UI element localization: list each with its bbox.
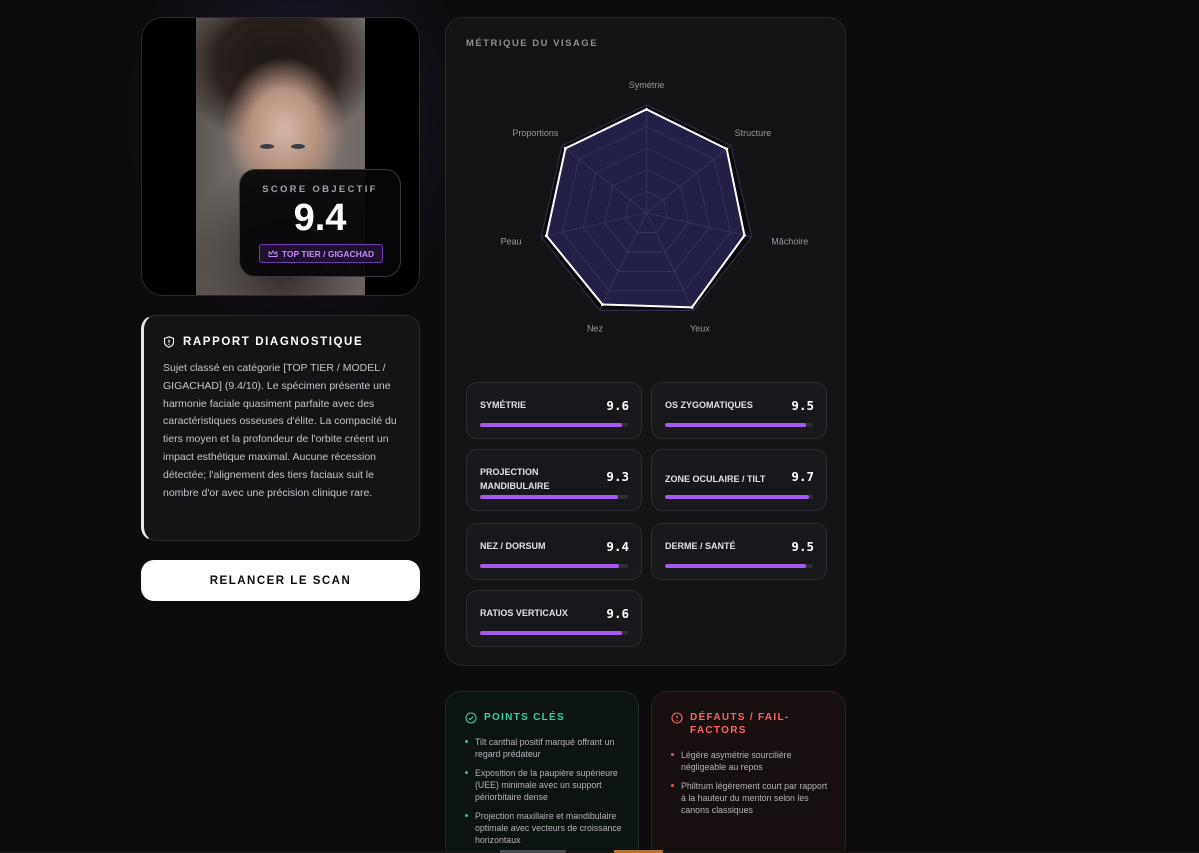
metric-label: DERME / SANTÉ	[665, 541, 736, 551]
rescan-button[interactable]: RELANCER LE SCAN	[141, 560, 420, 601]
photo-detail	[260, 144, 274, 149]
score-panel: SCORE OBJECTIF 9.4 TOP TIER / GIGACHAD	[239, 169, 401, 277]
report-title: RAPPORT DIAGNOSTIQUE	[183, 336, 364, 348]
radar-data-point	[600, 302, 604, 306]
report-text: Sujet classé en catégorie [TOP TIER / MO…	[163, 362, 397, 499]
list-item-text: Projection maxillaire et mandibulaire op…	[475, 811, 622, 845]
check-circle-icon	[465, 712, 477, 724]
key-points-title: POINTS CLÉS	[484, 712, 565, 723]
metric-label: OS ZYGOMATIQUES	[665, 400, 753, 410]
radar-axis-label: Nez	[587, 323, 604, 333]
metric-value: 9.6	[606, 397, 629, 413]
radar-axis-label: Structure	[735, 128, 772, 138]
metric-bar-fill	[480, 564, 620, 568]
list-item-text: Philtrum légèrement court par rapport à …	[681, 781, 828, 815]
radar-axis-label: Symétrie	[629, 80, 665, 90]
metric-card: NEZ / DORSUM 9.4	[466, 523, 642, 580]
metric-bar	[480, 564, 628, 568]
diagnostic-report: RAPPORT DIAGNOSTIQUE Sujet classé en cat…	[141, 315, 420, 541]
radar-data-point	[645, 107, 648, 111]
radar-data-point	[563, 146, 567, 150]
tier-badge-label: TOP TIER / GIGACHAD	[281, 248, 375, 259]
metric-bar	[665, 423, 813, 427]
metric-value: 9.7	[791, 468, 814, 484]
list-item: Légère asymétrie sourcilière négligeable…	[671, 749, 829, 773]
list-item: Exposition de la paupière supérieure (UE…	[465, 767, 622, 803]
metric-bar-fill	[480, 423, 623, 427]
metric-card: OS ZYGOMATIQUES 9.5	[651, 382, 827, 439]
metric-bar-fill	[480, 495, 618, 499]
metric-bar	[665, 495, 813, 499]
score-label: SCORE OBJECTIF	[262, 184, 378, 195]
list-item-text: Légère asymétrie sourcilière négligeable…	[681, 750, 792, 772]
metric-bar-fill	[665, 495, 809, 499]
metric-bar-fill	[665, 423, 806, 427]
radar-data-point	[725, 147, 729, 151]
metric-bar-fill	[665, 564, 806, 568]
metric-value: 9.5	[791, 538, 814, 554]
score-value: 9.4	[293, 197, 347, 239]
fail-factors-title: DÉFAUTS / FAIL-FACTORS	[690, 712, 790, 736]
key-points-card: POINTS CLÉS Tilt canthal positif marqué …	[445, 691, 639, 853]
metric-card: SYMÉTRIE 9.6	[466, 382, 642, 439]
fail-factors-card: DÉFAUTS / FAIL-FACTORS Légère asymétrie …	[651, 691, 846, 853]
radar-data-point	[742, 233, 746, 237]
radar-axis-label: Mâchoire	[771, 236, 808, 246]
tier-badge: TOP TIER / GIGACHAD	[259, 244, 383, 263]
radar-chart: Symétrie Structure Mâchoire Yeux Nez Peau Prop…	[501, 80, 809, 333]
metric-bar	[480, 631, 628, 635]
metric-value: 9.5	[791, 397, 814, 413]
metric-value: 9.4	[606, 538, 629, 554]
list-item: Philtrum légèrement court par rapport à …	[671, 780, 829, 816]
metric-label: NEZ / DORSUM	[480, 541, 546, 551]
crown-icon	[268, 249, 278, 257]
metric-value: 9.6	[606, 605, 629, 621]
radar-axis-label: Peau	[501, 236, 522, 246]
metric-bar	[665, 564, 813, 568]
metric-bar	[480, 423, 628, 427]
radar-data-point	[544, 234, 548, 238]
radar-axis-label: Yeux	[690, 323, 710, 333]
metric-label: RATIOS VERTICAUX	[480, 608, 568, 618]
metric-label: SYMÉTRIE	[480, 400, 527, 410]
face-metrics-panel: MÉTRIQUE DU VISAGE Symétrie Structure Mâch…	[445, 17, 846, 666]
photo-detail	[291, 144, 305, 149]
list-item-text: Tilt canthal positif marqué offrant un r…	[475, 737, 615, 759]
radar-data-point	[690, 305, 694, 309]
metric-card: RATIOS VERTICAUX 9.6	[466, 590, 642, 647]
metric-value: 9.3	[606, 468, 629, 484]
metric-bar	[480, 495, 628, 499]
shield-alert-icon	[163, 336, 175, 348]
list-item-text: Exposition de la paupière supérieure (UE…	[475, 768, 618, 802]
metric-card: PROJECTION MANDIBULAIRE 9.3	[466, 449, 642, 511]
list-item: Tilt canthal positif marqué offrant un r…	[465, 736, 622, 760]
metric-card: ZONE OCULAIRE / TILT 9.7	[651, 449, 827, 511]
alert-circle-icon	[671, 712, 683, 724]
radar-axis-label: Proportions	[512, 128, 559, 138]
metric-card: DERME / SANTÉ 9.5	[651, 523, 827, 580]
metric-bar-fill	[480, 631, 623, 635]
list-item: Projection maxillaire et mandibulaire op…	[465, 810, 622, 846]
